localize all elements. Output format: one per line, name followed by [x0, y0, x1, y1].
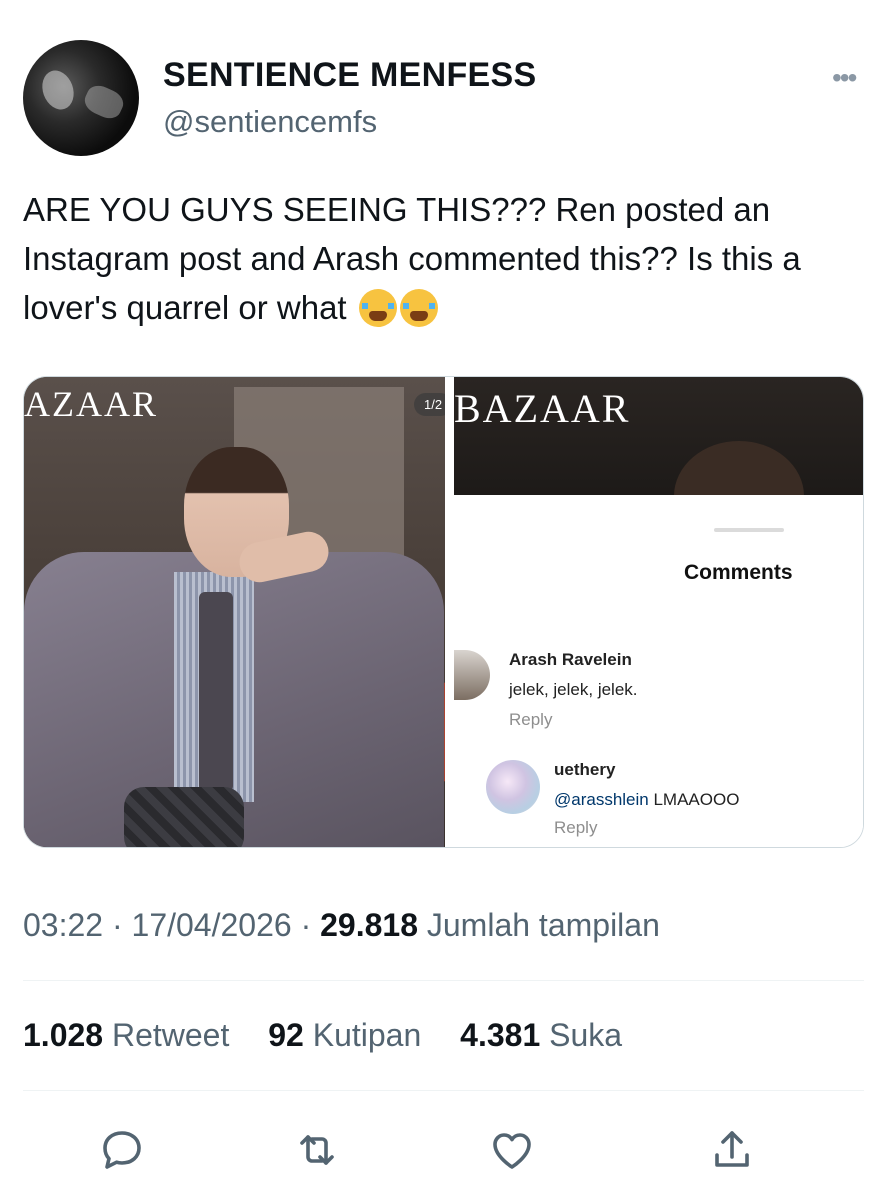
retweet-icon[interactable] [293, 1126, 341, 1174]
comment-body: LMAAOOO [648, 790, 740, 809]
loudly-crying-emoji-icon [358, 289, 397, 327]
more-dots-icon[interactable]: ••• [832, 62, 857, 94]
tweet-media[interactable]: AZAAR 1/2 BAZAAR Comments Arash Ravelein… [23, 376, 864, 848]
loudly-crying-emoji-icon [399, 289, 438, 327]
comments-sheet: Comments Arash Ravelein jelek, jelek, je… [454, 495, 863, 847]
quote-label: Kutipan [312, 1017, 422, 1053]
photo-tie [199, 592, 233, 792]
engagement-stats: 1.028 Retweet 92 Kutipan 4.381 Suka [23, 1017, 622, 1054]
comment-reply-link: Reply [554, 818, 598, 837]
tweet-text: ARE YOU GUYS SEEING THIS??? Ren posted a… [23, 185, 853, 332]
sheet-drag-handle [714, 528, 784, 532]
magazine-logo: AZAAR [24, 384, 158, 424]
comment-reply-link: Reply [509, 710, 553, 729]
comment-text: @arasshlein LMAAOOO [554, 790, 739, 810]
tweet-date[interactable]: 17/04/2026 [132, 907, 292, 943]
tweet-meta: 03:22 · 17/04/2026 · 29.818 Jumlah tampi… [23, 907, 660, 944]
comments-title: Comments [684, 561, 793, 584]
photo-comments-screenshot[interactable]: BAZAAR Comments Arash Ravelein jelek, je… [454, 377, 863, 847]
photo-model-hair [674, 441, 804, 495]
display-name[interactable]: SENTIENCE MENFESS [163, 56, 537, 95]
meta-separator: · [300, 907, 321, 943]
comment-username: uethery [554, 760, 616, 779]
commenter-avatar [454, 650, 490, 700]
views-label: Jumlah tampilan [426, 907, 660, 943]
retweet-count: 1.028 [23, 1017, 104, 1053]
like-count: 4.381 [460, 1017, 541, 1053]
comment-username: Arash Ravelein [509, 650, 632, 669]
comment-mention: @arasshlein [554, 790, 649, 809]
like-stat[interactable]: 4.381 Suka [460, 1017, 622, 1053]
photo-magazine-shoot[interactable]: AZAAR 1/2 [24, 377, 445, 847]
share-icon[interactable] [708, 1126, 756, 1174]
quote-count: 92 [268, 1017, 304, 1053]
photo-woven-bag [124, 787, 244, 847]
screenshot-header-image: BAZAAR [454, 377, 863, 495]
retweet-stat[interactable]: 1.028 Retweet [23, 1017, 229, 1053]
magazine-logo: BAZAAR [454, 386, 631, 431]
tweet-actions [0, 1120, 887, 1180]
reply-icon[interactable] [98, 1126, 146, 1174]
commenter-avatar [486, 760, 540, 814]
tweet-time[interactable]: 03:22 [23, 907, 103, 943]
meta-separator: · [111, 907, 132, 943]
user-handle[interactable]: @sentiencemfs [163, 104, 377, 140]
divider [23, 1090, 864, 1091]
comment-text: jelek, jelek, jelek. [509, 680, 638, 699]
retweet-label: Retweet [111, 1017, 230, 1053]
like-label: Suka [549, 1017, 623, 1053]
profile-avatar[interactable] [23, 40, 139, 156]
like-icon[interactable] [488, 1126, 536, 1174]
divider [23, 980, 864, 981]
views-count: 29.818 [320, 907, 418, 943]
carousel-pager: 1/2 [414, 393, 445, 416]
quote-stat[interactable]: 92 Kutipan [268, 1017, 421, 1053]
